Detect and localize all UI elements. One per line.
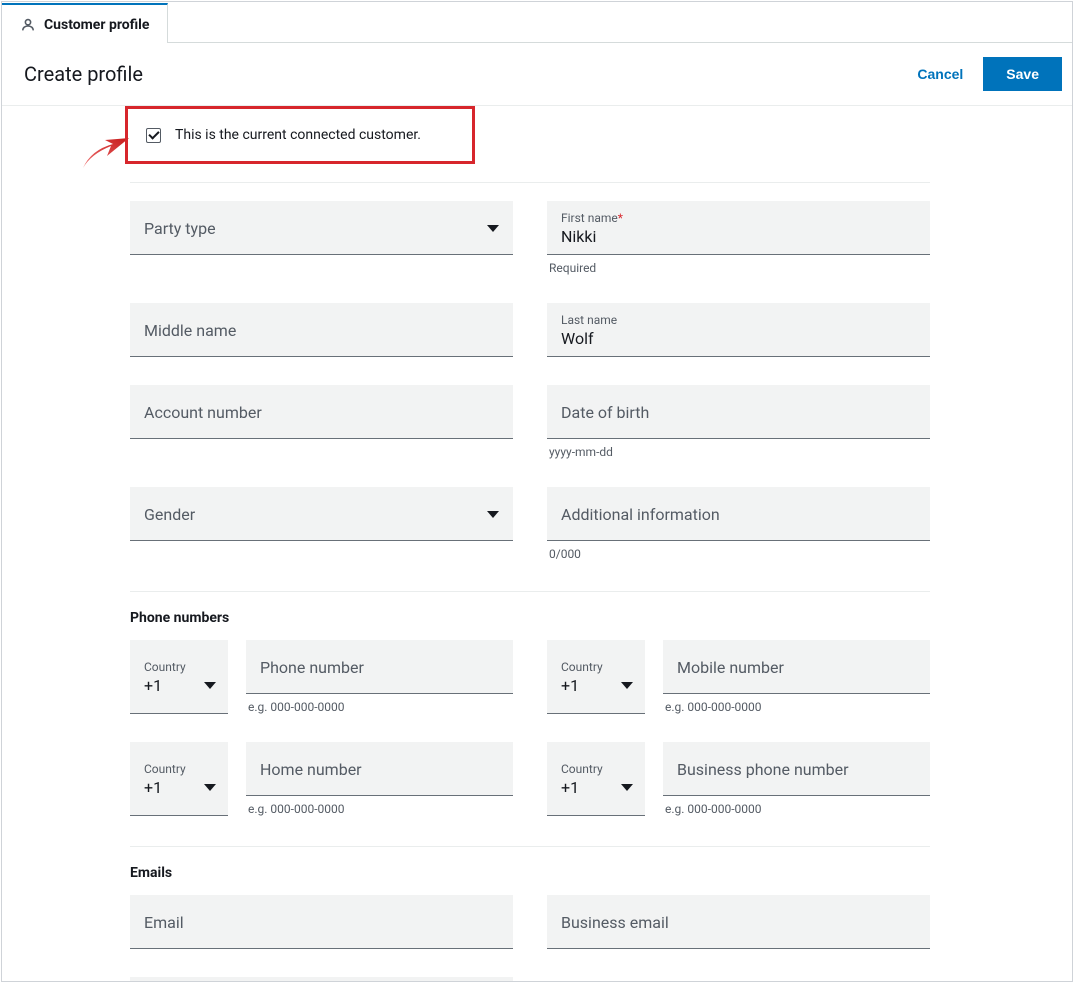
email-field[interactable]: Email	[130, 895, 513, 949]
last-name-field[interactable]: Last name Wolf	[547, 303, 930, 357]
additional-info-hint: 0/000	[547, 547, 930, 561]
first-name-field[interactable]: First name* Nikki	[547, 201, 930, 255]
middle-name-field[interactable]: Middle name	[130, 303, 513, 357]
mobile-number-field[interactable]: Mobile number	[663, 640, 930, 694]
dob-hint: yyyy-mm-dd	[547, 445, 930, 459]
last-name-value: Wolf	[561, 329, 916, 348]
first-name-label: First name	[561, 211, 618, 225]
middle-name-label: Middle name	[144, 321, 236, 340]
home-country-select[interactable]: Country +1	[130, 742, 228, 816]
business-number-field[interactable]: Business phone number	[663, 742, 930, 796]
business-email-label: Business email	[561, 913, 669, 932]
home-number-field[interactable]: Home number	[246, 742, 513, 796]
dob-label: Date of birth	[561, 403, 649, 422]
country-code: +1	[561, 676, 579, 695]
party-type-select[interactable]: Party type	[130, 201, 513, 255]
first-name-hint: Required	[547, 261, 930, 275]
phone-hint: e.g. 000-000-0000	[246, 700, 513, 714]
phone-number-field[interactable]: Phone number	[246, 640, 513, 694]
party-type-label: Party type	[144, 219, 216, 238]
country-label: Country	[561, 762, 633, 776]
current-connected-customer-callout: This is the current connected customer.	[125, 106, 475, 164]
country-label: Country	[144, 660, 216, 674]
gender-label: Gender	[144, 505, 195, 524]
country-code: +1	[561, 778, 579, 797]
tab-customer-profile[interactable]: Customer profile	[2, 3, 168, 43]
country-label: Country	[561, 660, 633, 674]
chevron-down-icon	[487, 511, 499, 518]
last-name-label: Last name	[561, 313, 916, 327]
country-code: +1	[144, 778, 162, 797]
required-asterisk: *	[618, 211, 623, 225]
current-connected-customer-label: This is the current connected customer.	[175, 127, 421, 143]
chevron-down-icon	[621, 682, 633, 689]
phone-country-select[interactable]: Country +1	[130, 640, 228, 714]
save-button[interactable]: Save	[983, 57, 1062, 91]
mobile-hint: e.g. 000-000-0000	[663, 700, 930, 714]
tab-label: Customer profile	[44, 17, 149, 33]
divider	[130, 591, 930, 592]
phone-section-title: Phone numbers	[130, 610, 930, 626]
mobile-number-label: Mobile number	[677, 658, 784, 677]
chevron-down-icon	[487, 225, 499, 232]
country-code: +1	[144, 676, 162, 695]
gender-select[interactable]: Gender	[130, 487, 513, 541]
home-hint: e.g. 000-000-0000	[246, 802, 513, 816]
person-icon	[20, 17, 36, 33]
additional-info-label: Additional information	[561, 505, 720, 524]
home-number-label: Home number	[260, 760, 362, 779]
business-country-select[interactable]: Country +1	[547, 742, 645, 816]
email-section-title: Emails	[130, 865, 930, 881]
first-name-value: Nikki	[561, 227, 916, 246]
country-label: Country	[144, 762, 216, 776]
divider	[130, 182, 930, 183]
cancel-button[interactable]: Cancel	[911, 58, 969, 90]
account-number-label: Account number	[144, 403, 262, 422]
account-number-field[interactable]: Account number	[130, 385, 513, 439]
personal-email-field[interactable]: Personal email	[130, 977, 513, 982]
current-connected-customer-checkbox[interactable]	[146, 128, 161, 143]
business-hint: e.g. 000-000-0000	[663, 802, 930, 816]
email-label: Email	[144, 913, 184, 932]
page-header: Create profile Cancel Save	[2, 43, 1072, 106]
tab-bar: Customer profile	[2, 2, 1072, 43]
chevron-down-icon	[204, 682, 216, 689]
phone-number-label: Phone number	[260, 658, 364, 677]
business-number-label: Business phone number	[677, 760, 849, 779]
page-title: Create profile	[24, 62, 143, 86]
divider	[130, 846, 930, 847]
dob-field[interactable]: Date of birth	[547, 385, 930, 439]
business-email-field[interactable]: Business email	[547, 895, 930, 949]
mobile-country-select[interactable]: Country +1	[547, 640, 645, 714]
additional-info-field[interactable]: Additional information	[547, 487, 930, 541]
chevron-down-icon	[204, 784, 216, 791]
chevron-down-icon	[621, 784, 633, 791]
